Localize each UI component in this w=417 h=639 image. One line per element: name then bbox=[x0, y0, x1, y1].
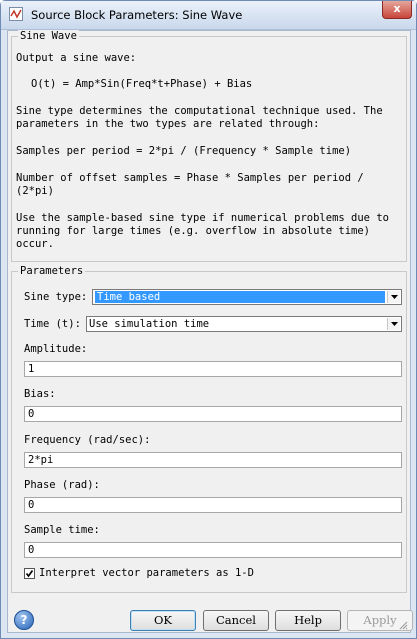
interpret-vector-label: Interpret vector parameters as 1-D bbox=[39, 567, 254, 579]
description-line: Samples per period = 2*pi / (Frequency *… bbox=[16, 145, 352, 157]
phase-value: 0 bbox=[28, 499, 35, 511]
description-line: occur. bbox=[16, 238, 54, 250]
ok-button[interactable]: OK bbox=[130, 610, 196, 631]
time-select[interactable]: Use simulation time bbox=[86, 316, 402, 332]
amplitude-label: Amplitude: bbox=[24, 343, 88, 355]
description-line: parameters in the two types are related … bbox=[16, 118, 320, 130]
amplitude-input[interactable]: 1 bbox=[24, 361, 402, 377]
phase-input[interactable]: 0 bbox=[24, 497, 402, 513]
amplitude-value: 1 bbox=[28, 363, 35, 375]
window-title: Source Block Parameters: Sine Wave bbox=[31, 8, 243, 22]
phase-label: Phase (rad): bbox=[24, 479, 100, 491]
help-icon[interactable]: ? bbox=[14, 610, 34, 630]
sample-time-value: 0 bbox=[28, 544, 35, 556]
frequency-input[interactable]: 2*pi bbox=[24, 452, 402, 468]
bias-input[interactable]: 0 bbox=[24, 406, 402, 422]
close-button[interactable]: x bbox=[382, 1, 412, 19]
description-line: running for large times (e.g. overflow i… bbox=[16, 225, 371, 237]
description-line: O(t) = Amp*Sin(Freq*t+Phase) + Bias bbox=[31, 78, 253, 90]
description-line: Sine type determines the computational t… bbox=[16, 105, 383, 117]
simulink-block-icon bbox=[9, 7, 23, 21]
description-line: Use the sample-based sine type if numeri… bbox=[16, 212, 389, 224]
description-line: (2*pi) bbox=[16, 185, 54, 197]
time-value: Use simulation time bbox=[89, 318, 210, 330]
dialog-window: Source Block Parameters: Sine Wave x Sin… bbox=[0, 0, 417, 639]
resize-grip-icon[interactable] bbox=[398, 620, 408, 630]
sine-type-value: Time based bbox=[95, 291, 385, 303]
interpret-vector-checkbox[interactable] bbox=[24, 568, 35, 579]
parameters-group-title: Parameters bbox=[18, 265, 86, 277]
chevron-down-icon[interactable] bbox=[387, 291, 400, 303]
chevron-down-icon[interactable] bbox=[387, 318, 400, 330]
sine-type-label: Sine type: bbox=[24, 291, 88, 303]
time-label: Time (t): bbox=[24, 318, 81, 330]
bias-label: Bias: bbox=[24, 388, 56, 400]
description-group-title: Sine Wave bbox=[18, 30, 79, 42]
help-button[interactable]: Help bbox=[275, 610, 341, 631]
sine-type-select[interactable]: Time based bbox=[92, 289, 402, 305]
cancel-button[interactable]: Cancel bbox=[203, 610, 269, 631]
bias-value: 0 bbox=[28, 408, 35, 420]
description-group: Sine Wave Output a sine wave: O(t) = Amp… bbox=[11, 30, 407, 262]
checkmark-icon bbox=[25, 570, 34, 578]
title-bar[interactable]: Source Block Parameters: Sine Wave x bbox=[1, 1, 416, 30]
sample-time-label: Sample time: bbox=[24, 524, 100, 536]
description-line: Number of offset samples = Phase * Sampl… bbox=[16, 172, 364, 184]
sample-time-input[interactable]: 0 bbox=[24, 542, 402, 558]
frequency-value: 2*pi bbox=[28, 454, 54, 466]
dialog-client-area: Sine Wave Output a sine wave: O(t) = Amp… bbox=[7, 30, 413, 633]
frequency-label: Frequency (rad/sec): bbox=[24, 434, 151, 446]
description-line: Output a sine wave: bbox=[16, 52, 137, 64]
